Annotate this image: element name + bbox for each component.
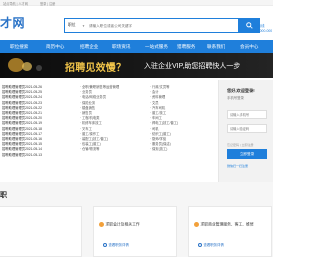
location-icon [103, 242, 107, 247]
sparkle-decoration [36, 65, 42, 71]
job-card-link[interactable]: 查看职务详情 [198, 242, 224, 247]
site-logo[interactable]: 才网 [0, 14, 25, 31]
location-icon [198, 242, 202, 247]
nav-item-job-search[interactable]: 职位搜索 [10, 44, 28, 50]
site-header: 才网 职位 ▼ 服务热线 400-0000-000 [0, 6, 273, 33]
job-card[interactable] [0, 206, 82, 257]
tag-icon [99, 222, 104, 227]
forgot-password-link[interactable]: 忘记密码 | 立即注册 [227, 143, 253, 147]
banner-headline: 招聘见效慢？ [65, 63, 127, 74]
list-item[interactable]: 招聘助理管理员2021-05-24 [2, 95, 42, 100]
search-input[interactable] [87, 20, 237, 31]
job-card-title: 求职会计及相关工作 [99, 222, 140, 228]
job-card[interactable]: 求职商业管理服务、客工、维修 查看职务详情 [188, 206, 272, 257]
code-field[interactable] [227, 124, 267, 133]
tag-icon [194, 222, 199, 227]
nav-item-services[interactable]: 一站式服务 [145, 44, 168, 50]
login-button[interactable]: 立即登录 [227, 149, 267, 159]
promo-banner[interactable]: 招聘见效慢？ 入驻企业VIP,助您招聘快人一步 [0, 53, 273, 78]
nav-item-news[interactable]: 职场资讯 [112, 44, 130, 50]
hotline-number: 400-0000-000 [251, 29, 273, 33]
job-seeker-section: 职 求职会计及相关工作 查看职务详情 求职商业管理服务、客工、维修 查看职务详情 [0, 182, 273, 257]
category-link[interactable]: · 仓管/物流等 [80, 147, 119, 152]
section-heading: 职 [0, 192, 7, 199]
list-item[interactable]: 招聘助理管理员2021-05-13 [2, 153, 42, 158]
login-title: 您好,欢迎登录! [227, 88, 255, 93]
job-category-panel: 招聘助理管理员2021-05-26 招聘助理管理员2021-05-25 招聘助理… [0, 80, 218, 182]
main-nav: 职位搜索 简历中心 招聘企业 职场资讯 一站式服务 猎聘服务 联系我们 会员中心 [0, 40, 273, 53]
category-list-admin: · 行政/文员等 · 会计 · 资料管理 · 文员 · 汽车司机 · 普工/技工… [150, 85, 178, 153]
search-category-select[interactable]: 职位 [68, 23, 76, 28]
coin-decoration [22, 62, 32, 71]
chevron-down-icon[interactable]: ▼ [82, 24, 85, 28]
category-list-sales: · 全职/兼职销售等运营管理 · 业务员 · 电话/网络业务员 · 保险业务 ·… [80, 85, 119, 153]
job-card-title: 求职商业管理服务、客工、维修 [194, 222, 254, 228]
nav-item-member[interactable]: 会员中心 [240, 44, 258, 50]
hotline-label: 服务热线 [251, 24, 265, 28]
nav-item-resume[interactable]: 简历中心 [46, 44, 64, 50]
banner-subtitle: 入驻企业VIP,助您招聘快人一步 [144, 63, 241, 70]
wechat-register-link[interactable]: 微信扫一扫注册 [227, 164, 248, 168]
nav-item-headhunt[interactable]: 猎聘服务 [177, 44, 195, 50]
login-panel: 您好,欢迎登录! 手机号登录 忘记密码 | 立即注册 立即登录 微信扫一扫注册 [218, 80, 273, 182]
nav-item-contact[interactable]: 联系我们 [207, 44, 225, 50]
category-link[interactable]: · 保安(技工) [150, 147, 178, 152]
nav-item-companies[interactable]: 招聘企业 [80, 44, 98, 50]
list-item[interactable]: 招聘助理管理员2021-05-19 [2, 121, 42, 126]
login-subtitle: 手机号登录 [227, 96, 244, 100]
job-card-link[interactable]: 查看职务详情 [103, 242, 129, 247]
job-card[interactable]: 求职会计及相关工作 查看职务详情 [93, 206, 177, 257]
recent-jobs-list: 招聘助理管理员2021-05-26 招聘助理管理员2021-05-25 招聘助理… [2, 85, 42, 158]
category-link[interactable]: · 焊电工(技工/普工) [150, 121, 178, 126]
list-item[interactable]: 招聘助理管理员2021-05-14 [2, 147, 42, 152]
search-bar: 职位 ▼ [64, 18, 260, 33]
phone-field[interactable] [227, 110, 267, 119]
